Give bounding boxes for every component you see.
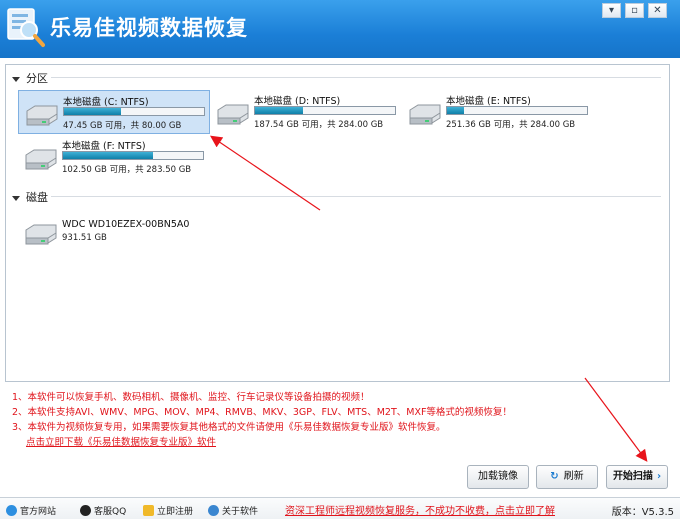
usage-bar [254, 106, 396, 115]
start-scan-button[interactable]: 开始扫描 › [606, 465, 668, 489]
website-label: 官方网站 [20, 507, 57, 517]
close-button[interactable]: ✕ [648, 3, 667, 18]
download-pro-link[interactable]: 点击立即下载《乐易佳数据恢复专业版》软件 [26, 435, 512, 450]
key-icon [143, 505, 154, 516]
partition-item-f[interactable]: 本地磁盘 (F: NTFS) 102.50 GB 可用，共 283.50 GB [18, 135, 210, 179]
website-link[interactable]: 官方网站 [6, 504, 56, 517]
menu-button[interactable]: ▾ [602, 3, 621, 18]
note-3: 3、本软件为视频恢复专用，如果需要恢复其他格式的文件请使用《乐易佳数据恢复专业版… [12, 422, 446, 433]
note-2: 2、本软件支持AVI、WMV、MPG、MOV、MP4、RMVB、MKV、3GP、… [12, 407, 512, 418]
hard-disk-icon [26, 105, 58, 126]
refresh-icon: ↻ [550, 471, 559, 482]
notes-section: 1、本软件可以恢复手机、数码相机、摄像机、监控、行车记录仪等设备拍摄的视频！ 2… [12, 390, 512, 450]
register-label: 立即注册 [157, 507, 194, 517]
qq-support-link[interactable]: 客服QQ [80, 504, 126, 517]
arrow-to-scan-button [584, 377, 648, 462]
chevron-right-icon: › [656, 471, 662, 482]
collapse-triangle-icon[interactable] [12, 195, 20, 201]
usage-bar [446, 106, 588, 115]
qq-penguin-icon [80, 505, 91, 516]
device-panel: 分区 本地磁盘 (C: NTFS) 47.45 GB 可用，共 80.00 GB… [5, 64, 670, 382]
partition-header-label: 分区 [26, 72, 48, 85]
partition-item-e[interactable]: 本地磁盘 (E: NTFS) 251.36 GB 可用，共 284.00 GB [402, 90, 594, 134]
refresh-button[interactable]: ↻ 刷新 [536, 465, 598, 489]
hard-disk-icon [409, 104, 441, 125]
load-image-button[interactable]: 加载镜像 [467, 465, 529, 489]
collapse-triangle-icon[interactable] [12, 76, 20, 82]
partition-item-d[interactable]: 本地磁盘 (D: NTFS) 187.54 GB 可用，共 284.00 GB [210, 90, 402, 134]
restore-button[interactable]: ▫ [625, 3, 644, 18]
disk-header-label: 磁盘 [26, 191, 48, 204]
partition-group-header[interactable]: 分区 [12, 70, 48, 86]
globe-icon [6, 505, 17, 516]
partition-name: 本地磁盘 (C: NTFS) [63, 97, 149, 108]
disk-item[interactable]: WDC WD10EZEX-00BN5A0 931.51 GB [18, 210, 210, 254]
disk-name: WDC WD10EZEX-00BN5A0 [62, 219, 190, 230]
partition-name: 本地磁盘 (E: NTFS) [446, 96, 531, 107]
partition-info: 251.36 GB 可用，共 284.00 GB [446, 120, 576, 130]
usage-bar-fill [255, 107, 303, 114]
app-logo-icon [7, 8, 45, 47]
partition-item-c[interactable]: 本地磁盘 (C: NTFS) 47.45 GB 可用，共 80.00 GB [18, 90, 210, 134]
status-bar: 官方网站 客服QQ 立即注册 关于软件 资深工程师远程视频恢复服务，不成功不收费… [0, 497, 680, 519]
partition-divider [51, 77, 661, 78]
app-title: 乐易佳视频数据恢复 [50, 16, 248, 40]
hard-disk-icon [217, 104, 249, 125]
disk-divider [51, 196, 661, 197]
info-icon [208, 505, 219, 516]
usage-bar [63, 107, 205, 116]
usage-bar-fill [64, 108, 122, 115]
partition-name: 本地磁盘 (F: NTFS) [62, 141, 146, 152]
load-image-label: 加载镜像 [478, 471, 518, 482]
disk-size: 931.51 GB [62, 233, 107, 243]
partition-info: 47.45 GB 可用，共 80.00 GB [63, 121, 182, 131]
partition-info: 187.54 GB 可用，共 284.00 GB [254, 120, 384, 130]
disk-group-header[interactable]: 磁盘 [12, 189, 48, 205]
partition-info: 102.50 GB 可用，共 283.50 GB [62, 165, 192, 175]
usage-bar [62, 151, 204, 160]
qq-label: 客服QQ [94, 507, 127, 517]
partition-name: 本地磁盘 (D: NTFS) [254, 96, 341, 107]
refresh-label: 刷新 [563, 471, 584, 482]
remote-service-promo-link[interactable]: 资深工程师远程视频恢复服务，不成功不收费，点击立即了解 [285, 502, 585, 517]
hard-disk-icon [25, 224, 57, 245]
hard-disk-icon [25, 149, 57, 170]
register-link[interactable]: 立即注册 [143, 504, 193, 517]
version-label: 版本：V5.3.5 [611, 507, 674, 518]
about-link[interactable]: 关于软件 [208, 504, 258, 517]
usage-bar-fill [447, 107, 464, 114]
about-label: 关于软件 [222, 507, 259, 517]
title-bar: 乐易佳视频数据恢复 ▾ ▫ ✕ [0, 0, 680, 58]
start-scan-label: 开始扫描 [612, 471, 653, 482]
usage-bar-fill [63, 152, 153, 159]
note-1: 1、本软件可以恢复手机、数码相机、摄像机、监控、行车记录仪等设备拍摄的视频！ [12, 392, 370, 403]
